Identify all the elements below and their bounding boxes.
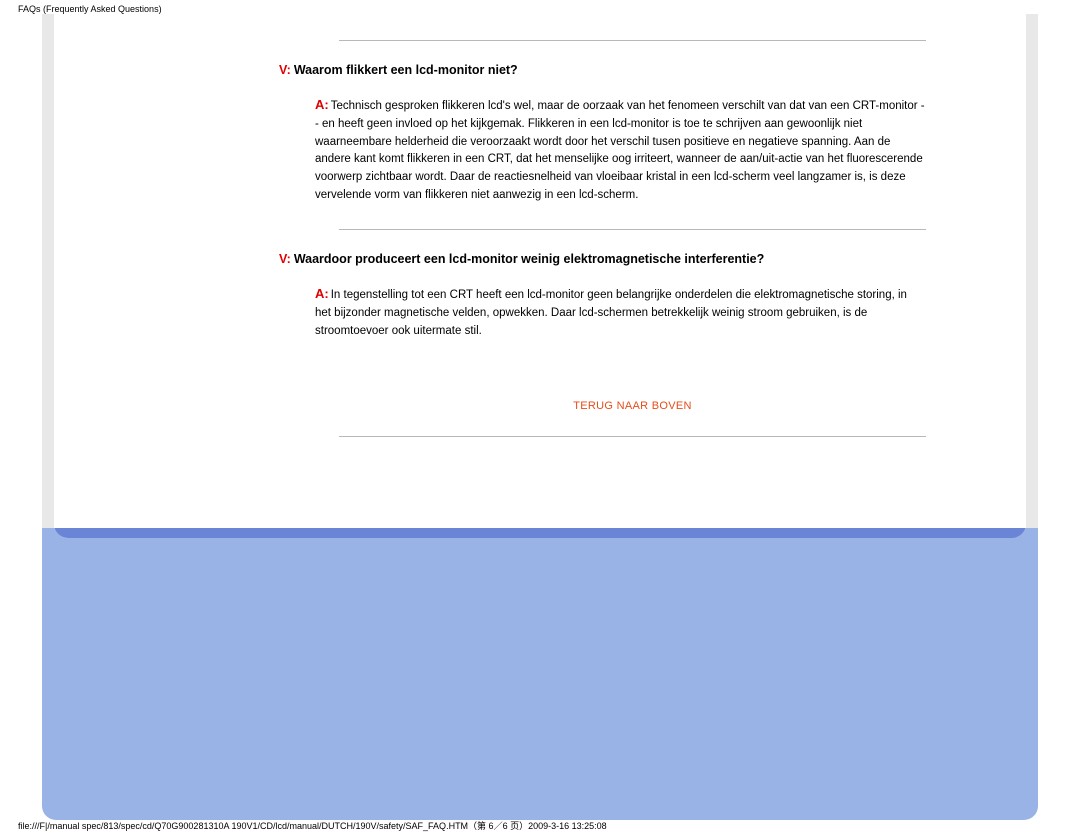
page-header-title: FAQs (Frequently Asked Questions) — [0, 0, 1080, 14]
divider — [339, 229, 926, 230]
faq-question: V:Waardoor produceert een lcd-monitor we… — [279, 252, 926, 266]
a-prefix: A: — [315, 286, 329, 301]
faq-answer: A:Technisch gesproken flikkeren lcd's we… — [315, 95, 926, 205]
a-prefix: A: — [315, 97, 329, 112]
q-prefix: V: — [279, 252, 291, 266]
divider — [339, 436, 926, 437]
faq-question: V:Waarom flikkert een lcd-monitor niet? — [279, 63, 926, 77]
back-to-top-link[interactable]: TERUG NAAR BOVEN — [573, 400, 691, 412]
faq-item: V:Waarom flikkert een lcd-monitor niet? … — [279, 63, 926, 205]
faq-answer-text: In tegenstelling tot een CRT heeft een l… — [315, 289, 907, 337]
faq-question-text: Waarom flikkert een lcd-monitor niet? — [294, 63, 518, 77]
content-card: V:Waarom flikkert een lcd-monitor niet? … — [54, 14, 1026, 538]
outer-panel: V:Waarom flikkert een lcd-monitor niet? … — [42, 14, 1038, 820]
faq-item: V:Waardoor produceert een lcd-monitor we… — [279, 252, 926, 340]
divider — [339, 40, 926, 41]
footer-path: file:///F|/manual spec/813/spec/cd/Q70G9… — [18, 819, 607, 832]
content-area: V:Waarom flikkert een lcd-monitor niet? … — [279, 14, 926, 459]
back-to-top-wrap: TERUG NAAR BOVEN — [339, 364, 926, 436]
card-accent — [54, 524, 1026, 538]
faq-answer: A:In tegenstelling tot een CRT heeft een… — [315, 284, 926, 340]
faq-answer-text: Technisch gesproken flikkeren lcd's wel,… — [315, 100, 925, 201]
q-prefix: V: — [279, 63, 291, 77]
faq-question-text: Waardoor produceert een lcd-monitor wein… — [294, 252, 764, 266]
